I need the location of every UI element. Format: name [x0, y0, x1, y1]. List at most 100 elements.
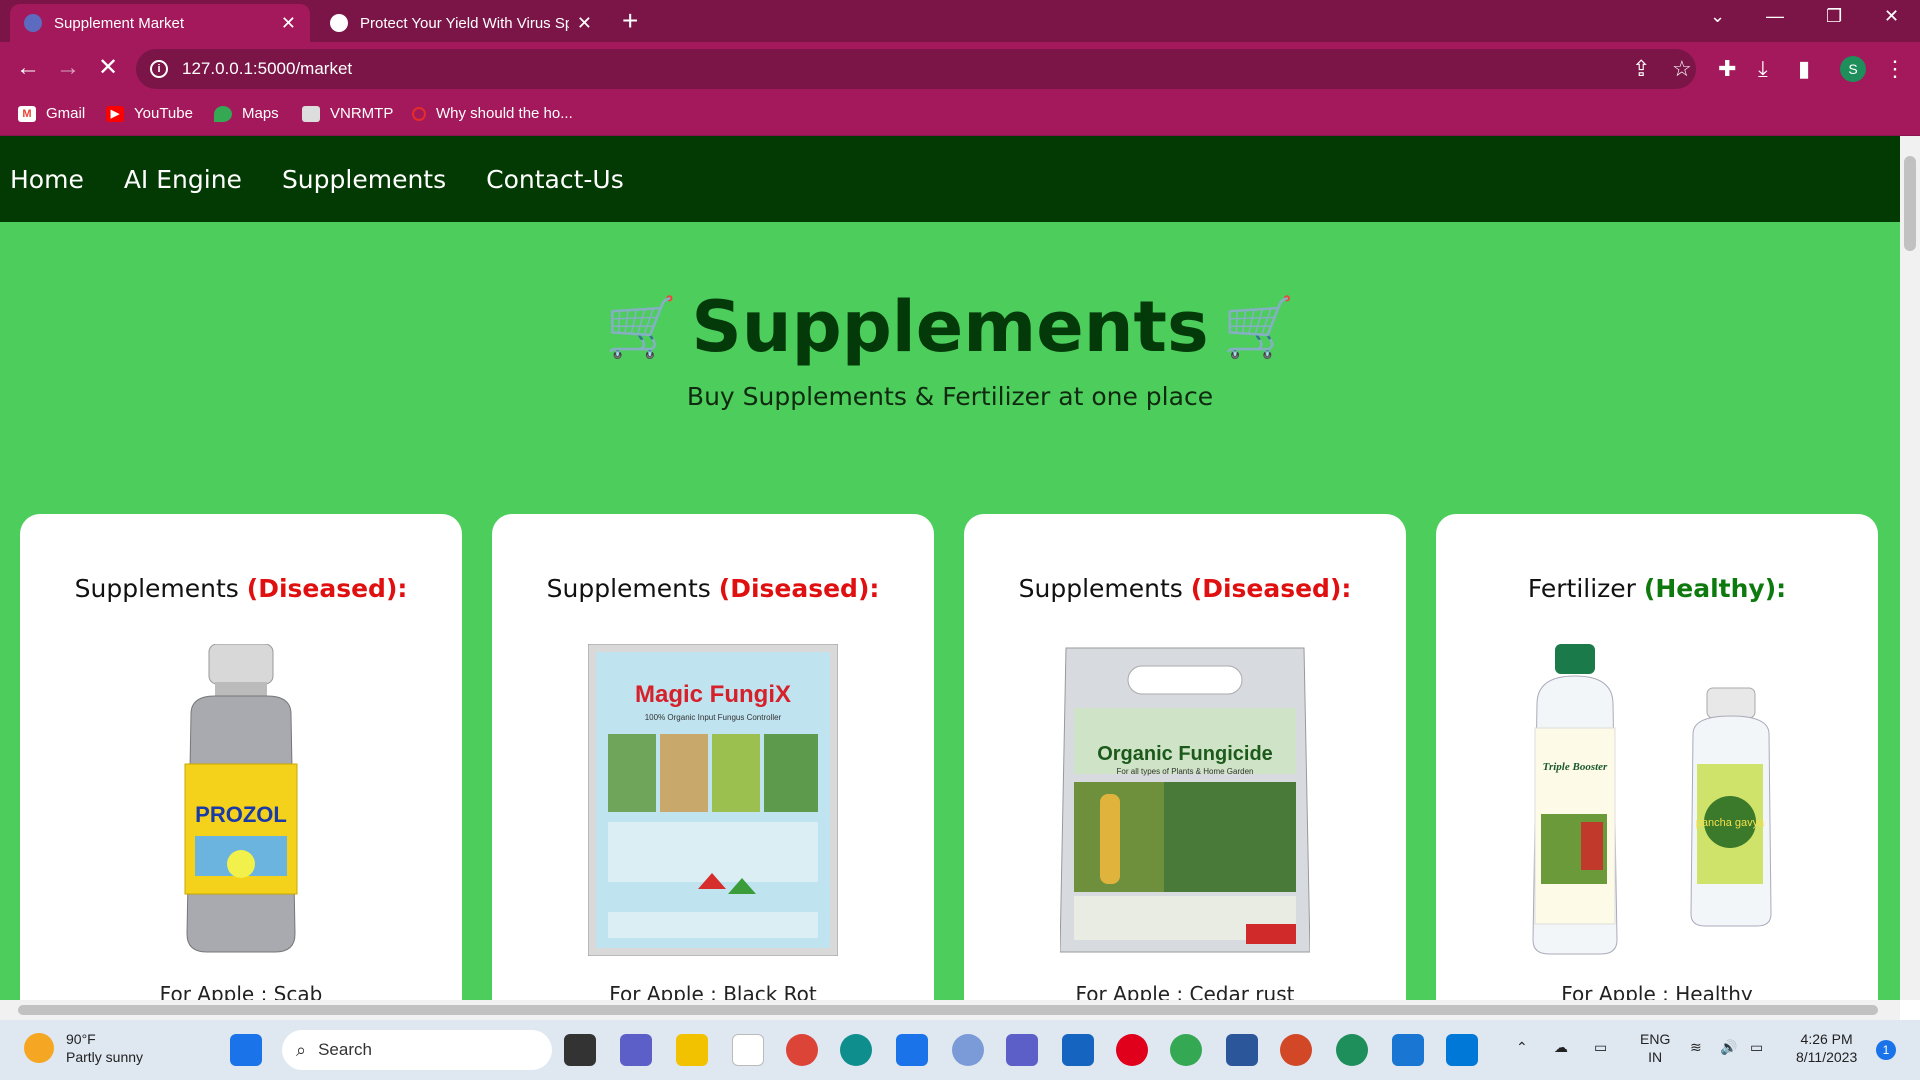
windows-taskbar: 90°F Partly sunny ⌕ Search ⌃ ☁ ▭ ENG IN …	[0, 1020, 1920, 1080]
address-bar[interactable]: i 127.0.0.1:5000/market	[136, 49, 1696, 89]
product-card: Supplements (Diseased): Magic FungiX 100…	[492, 514, 934, 1000]
product-sublabel: 100% Organic Input Fungus Controller	[645, 713, 782, 722]
display-icon[interactable]: ▭	[1594, 1038, 1607, 1056]
nav-supplements[interactable]: Supplements	[282, 165, 446, 194]
bookmark-vnrmtp[interactable]: VNRMTP	[302, 105, 393, 122]
store-icon[interactable]	[1062, 1034, 1094, 1066]
card-caption: For Apple : Cedar rust	[1075, 982, 1295, 1000]
side-panel-icon[interactable]: ▮	[1798, 56, 1810, 82]
nav-contact-us[interactable]: Contact-Us	[486, 165, 624, 194]
weather-desc: Partly sunny	[66, 1049, 144, 1065]
clock[interactable]: 4:26 PM 8/11/2023	[1796, 1030, 1857, 1066]
onedrive-icon[interactable]: ☁	[1554, 1038, 1568, 1056]
chat-icon[interactable]	[620, 1034, 652, 1066]
tab-title: Supplement Market	[54, 14, 185, 32]
powerpoint-icon[interactable]	[1280, 1034, 1312, 1066]
restore-button[interactable]: ❐	[1826, 6, 1842, 27]
bookmark-why-should[interactable]: Why should the ho...	[412, 105, 573, 122]
minimize-button[interactable]: —	[1766, 6, 1784, 27]
site-info-icon[interactable]: i	[150, 60, 168, 78]
card-caption: For Apple : Scab	[159, 982, 323, 1000]
volume-icon[interactable]: 🔊	[1720, 1038, 1737, 1056]
product-image-triple-booster[interactable]: Triple Booster pancha gavya	[1527, 644, 1787, 956]
product-image-prozol[interactable]: PROZOL	[171, 644, 311, 954]
word-icon[interactable]	[1226, 1034, 1258, 1066]
vertical-scrollbar[interactable]	[1900, 136, 1920, 1000]
profile-avatar[interactable]: S	[1840, 56, 1866, 82]
card-caption: For Apple : Healthy	[1561, 982, 1753, 1000]
chrome-profile-icon[interactable]	[1170, 1034, 1202, 1066]
bookmarks-bar: M Gmail ▶ YouTube Maps VNRMTP Why should…	[0, 96, 1920, 136]
tray-overflow-icon[interactable]: ⌃	[1516, 1038, 1528, 1056]
card-status: (Diseased):	[1190, 574, 1352, 603]
card-heading: Fertilizer (Healthy):	[1436, 574, 1878, 603]
menu-icon[interactable]: ⋮	[1884, 56, 1906, 82]
mail-icon[interactable]	[896, 1034, 928, 1066]
new-tab-button[interactable]: +	[622, 6, 638, 36]
close-tab-icon[interactable]: ✕	[577, 13, 592, 34]
partly-sunny-icon	[24, 1033, 54, 1063]
bookmark-maps[interactable]: Maps	[214, 105, 279, 122]
scrollbar-thumb[interactable]	[1904, 156, 1916, 251]
bookmark-youtube[interactable]: ▶ YouTube	[106, 105, 193, 122]
card-heading: Supplements (Diseased):	[20, 574, 462, 603]
close-window-button[interactable]: ✕	[1884, 6, 1899, 27]
notification-badge[interactable]: 1	[1876, 1040, 1896, 1060]
task-view-icon[interactable]	[564, 1034, 596, 1066]
teams-icon[interactable]	[1006, 1034, 1038, 1066]
bookmark-label: Gmail	[46, 105, 86, 122]
battery-icon[interactable]: ▭	[1750, 1038, 1763, 1056]
product-label: Triple Booster	[1543, 761, 1608, 773]
youtube-icon: ▶	[106, 105, 124, 122]
nav-ai-engine[interactable]: AI Engine	[124, 165, 242, 194]
file-explorer-icon[interactable]	[676, 1034, 708, 1066]
product-label-2: pancha gavya	[1696, 817, 1765, 829]
product-image-organic-fungicide[interactable]: Organic Fungicide For all types of Plant…	[1060, 644, 1310, 956]
share-icon[interactable]: ⇪	[1632, 56, 1650, 82]
edge-icon[interactable]	[840, 1034, 872, 1066]
scrollbar-thumb[interactable]	[18, 1005, 1878, 1015]
bookmark-star-icon[interactable]: ☆	[1672, 56, 1692, 82]
browser-toolbar: ← → ✕ i 127.0.0.1:5000/market ⇪ ☆ ✚ ⤓ ▮ …	[0, 42, 1920, 96]
site-navbar: Home AI Engine Supplements Contact-Us	[0, 136, 1900, 222]
card-heading-text: Supplements	[74, 574, 239, 603]
product-image-magic-fungix[interactable]: Magic FungiX 100% Organic Input Fungus C…	[588, 644, 838, 956]
forward-button[interactable]: →	[56, 54, 80, 82]
download-icon[interactable]: ⤓	[1758, 56, 1768, 82]
back-button[interactable]: ←	[16, 54, 40, 82]
tab-supplement-market[interactable]: Supplement Market ✕	[10, 4, 310, 42]
tab-title: Protect Your Yield With Virus Spe	[360, 14, 569, 32]
weather-widget[interactable]: 90°F Partly sunny	[24, 1030, 143, 1066]
date-text: 8/11/2023	[1796, 1049, 1858, 1065]
bookmark-label: Why should the ho...	[436, 105, 573, 122]
card-status: (Diseased):	[246, 574, 408, 603]
nav-home[interactable]: Home	[10, 165, 84, 194]
opera-icon[interactable]	[1116, 1034, 1148, 1066]
windows-start-icon[interactable]	[230, 1034, 262, 1066]
product-card: Supplements (Diseased): Organic Fungicid…	[964, 514, 1406, 1000]
notes-icon[interactable]	[1392, 1034, 1424, 1066]
extensions-icon[interactable]: ✚	[1718, 56, 1736, 82]
chrome-active-icon[interactable]	[1336, 1034, 1368, 1066]
product-card: Supplements (Diseased): PROZOL For Apple…	[20, 514, 462, 1000]
product-card: Fertilizer (Healthy): Triple Booster pan…	[1436, 514, 1878, 1000]
notepad-icon[interactable]	[732, 1034, 764, 1066]
tab-search-chevron-icon[interactable]: ⌄	[1710, 6, 1725, 27]
hero-section: 🛒 Supplements 🛒 Buy Supplements & Fertil…	[0, 286, 1900, 411]
close-tab-icon[interactable]: ✕	[281, 13, 296, 34]
wifi-icon[interactable]: ≋	[1690, 1038, 1702, 1056]
stop-loading-button[interactable]: ✕	[98, 54, 118, 82]
horizontal-scrollbar[interactable]	[0, 1000, 1900, 1020]
tab-protect-yield[interactable]: Protect Your Yield With Virus Spe ✕	[316, 4, 606, 42]
product-label: Organic Fungicide	[1097, 743, 1273, 765]
r-app-icon[interactable]	[952, 1034, 984, 1066]
search-placeholder: Search	[318, 1040, 372, 1059]
bookmark-label: YouTube	[134, 105, 193, 122]
bookmark-label: Maps	[242, 105, 279, 122]
shopping-cart-icon: 🛒	[605, 292, 678, 361]
taskbar-search[interactable]: ⌕ Search	[282, 1030, 552, 1070]
vscode-icon[interactable]	[1446, 1034, 1478, 1066]
language-indicator[interactable]: ENG IN	[1640, 1030, 1670, 1066]
bookmark-gmail[interactable]: M Gmail	[18, 105, 85, 122]
chrome-icon[interactable]	[786, 1034, 818, 1066]
